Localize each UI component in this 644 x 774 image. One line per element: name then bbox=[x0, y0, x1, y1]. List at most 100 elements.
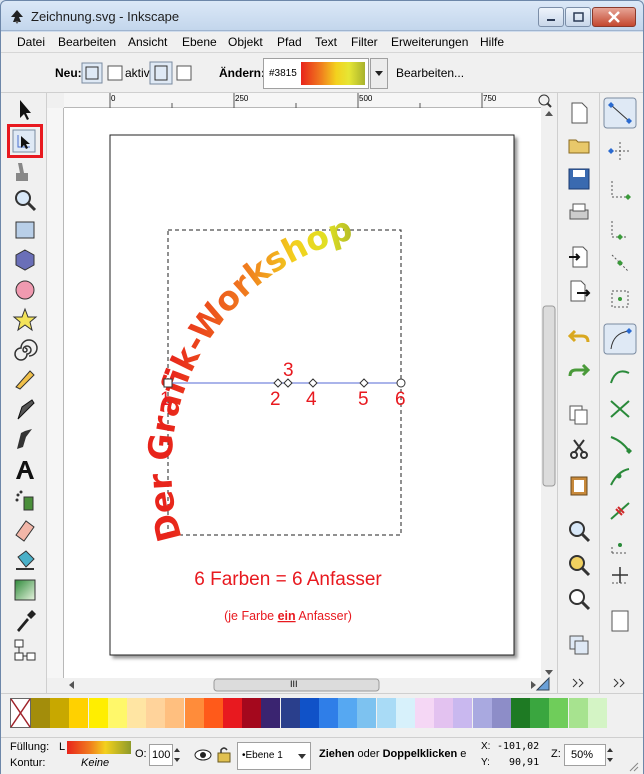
vertical-scrollbar[interactable] bbox=[541, 108, 557, 678]
maximize-button[interactable] bbox=[565, 7, 591, 27]
zoom-one-to-one-icon[interactable] bbox=[536, 93, 554, 108]
new-document-icon[interactable] bbox=[567, 101, 591, 125]
export-icon[interactable] bbox=[567, 279, 591, 303]
palette-menu-icon[interactable] bbox=[535, 676, 551, 692]
spray-tool-icon[interactable] bbox=[12, 487, 38, 513]
palette-swatch[interactable] bbox=[88, 698, 108, 728]
palette-swatch[interactable] bbox=[203, 698, 223, 728]
palette-swatch[interactable] bbox=[549, 698, 569, 728]
eye-visibility-icon[interactable] bbox=[193, 746, 213, 764]
snap-bbox-midpoint-icon[interactable] bbox=[608, 251, 632, 275]
zoom-spinner[interactable] bbox=[606, 744, 614, 766]
import-icon[interactable] bbox=[567, 245, 591, 269]
snap-rotation-center-icon[interactable] bbox=[608, 563, 632, 587]
lock-icon[interactable] bbox=[216, 745, 232, 763]
palette-swatch[interactable] bbox=[50, 698, 70, 728]
palette-swatch[interactable] bbox=[261, 698, 281, 728]
ellipse-tool-icon[interactable] bbox=[12, 277, 38, 303]
palette-swatch[interactable] bbox=[319, 698, 338, 728]
node-tool-icon[interactable] bbox=[11, 128, 37, 154]
palette-swatch[interactable] bbox=[223, 698, 242, 728]
dropper-tool-icon[interactable] bbox=[12, 607, 38, 633]
gradient-select[interactable]: #3815 bbox=[263, 58, 369, 89]
minimize-button[interactable] bbox=[538, 7, 564, 27]
palette-swatch[interactable] bbox=[395, 698, 415, 728]
gradient-handle-end[interactable] bbox=[396, 378, 406, 388]
palette-swatch[interactable] bbox=[376, 698, 396, 728]
drawing-canvas[interactable]: Der Grafik-Workshop 1 2 3 4 5 6 6 Farben… bbox=[64, 108, 541, 678]
apply-to-stroke-button[interactable] bbox=[175, 64, 193, 82]
pencil-tool-icon[interactable] bbox=[12, 367, 38, 393]
eraser-tool-icon[interactable] bbox=[12, 517, 38, 543]
palette-swatch[interactable] bbox=[568, 698, 588, 728]
palette-swatch[interactable] bbox=[31, 698, 50, 728]
menu-erweiterungen[interactable]: Erweiterungen bbox=[391, 35, 468, 49]
canvas-drawing[interactable]: Der Grafik-Workshop 1 2 3 4 5 6 6 Farben… bbox=[64, 108, 541, 678]
snap-object-midpoints-icon[interactable] bbox=[608, 533, 632, 557]
text-tool-icon[interactable] bbox=[12, 457, 38, 483]
no-paint-swatch[interactable] bbox=[10, 698, 31, 728]
menu-pfad[interactable]: Pfad bbox=[277, 35, 302, 49]
snap-page-border-icon[interactable] bbox=[608, 609, 632, 633]
save-icon[interactable] bbox=[567, 167, 591, 191]
palette-swatch[interactable] bbox=[491, 698, 511, 728]
menu-hilfe[interactable]: Hilfe bbox=[480, 35, 504, 49]
undo-icon[interactable] bbox=[567, 325, 591, 349]
horizontal-scrollbar[interactable]: III bbox=[64, 678, 541, 693]
redo-icon[interactable] bbox=[567, 359, 591, 383]
palette-swatch[interactable] bbox=[184, 698, 204, 728]
snap-cusp-nodes-icon[interactable] bbox=[608, 431, 632, 455]
enable-snapping-icon[interactable] bbox=[603, 97, 637, 129]
zoom-input[interactable]: 50% bbox=[564, 744, 606, 766]
pen-tool-icon[interactable] bbox=[12, 397, 38, 423]
spiral-tool-icon[interactable] bbox=[12, 337, 38, 363]
edit-gradient-button[interactable]: Bearbeiten... bbox=[396, 66, 464, 80]
opacity-spinner[interactable] bbox=[173, 744, 181, 766]
palette-swatch[interactable] bbox=[453, 698, 473, 728]
snap-bbox-icon[interactable] bbox=[608, 139, 632, 163]
palette-swatch[interactable] bbox=[299, 698, 319, 728]
tweak-tool-icon[interactable] bbox=[12, 159, 38, 185]
cut-icon[interactable] bbox=[567, 437, 591, 461]
palette-swatch[interactable] bbox=[415, 698, 434, 728]
resize-grip-icon[interactable] bbox=[627, 760, 639, 772]
palette-swatch[interactable] bbox=[357, 698, 377, 728]
new-radial-gradient-button[interactable] bbox=[106, 64, 124, 82]
snap-bbox-edge-icon[interactable] bbox=[608, 177, 632, 201]
palette-swatch[interactable] bbox=[511, 698, 530, 728]
snap-bbox-center-icon[interactable] bbox=[608, 287, 632, 311]
paste-icon[interactable] bbox=[567, 473, 591, 497]
menu-datei[interactable]: Datei bbox=[17, 35, 45, 49]
3d-box-tool-icon[interactable] bbox=[12, 247, 38, 273]
snap-paths-icon[interactable] bbox=[608, 363, 632, 387]
more-commands-icon[interactable] bbox=[567, 671, 591, 695]
menu-ebene[interactable]: Ebene bbox=[182, 35, 217, 49]
zoom-selection-icon[interactable] bbox=[567, 519, 591, 543]
gradient-handle-start[interactable] bbox=[163, 378, 173, 388]
snap-intersections-icon[interactable] bbox=[608, 397, 632, 421]
menu-bearbeiten[interactable]: Bearbeiten bbox=[58, 35, 116, 49]
gradient-dropdown-button[interactable] bbox=[370, 58, 388, 89]
palette-swatch[interactable] bbox=[434, 698, 454, 728]
calligraphy-tool-icon[interactable] bbox=[12, 427, 38, 453]
menu-text[interactable]: Text bbox=[315, 35, 337, 49]
palette-swatch[interactable] bbox=[165, 698, 185, 728]
menu-filter[interactable]: Filter bbox=[351, 35, 378, 49]
new-linear-gradient-button[interactable] bbox=[81, 62, 103, 84]
apply-to-fill-button[interactable] bbox=[149, 61, 173, 85]
more-snap-controls-icon[interactable] bbox=[608, 671, 632, 695]
palette-swatch[interactable] bbox=[587, 698, 607, 728]
palette-swatch[interactable] bbox=[530, 698, 550, 728]
palette-swatch[interactable] bbox=[69, 698, 89, 728]
star-tool-icon[interactable] bbox=[12, 307, 38, 333]
menu-objekt[interactable]: Objekt bbox=[228, 35, 263, 49]
copy-icon[interactable] bbox=[567, 403, 591, 427]
stroke-value[interactable]: Keine bbox=[81, 757, 109, 769]
palette-swatch[interactable] bbox=[127, 698, 146, 728]
duplicate-icon[interactable] bbox=[567, 633, 591, 657]
menu-ansicht[interactable]: Ansicht bbox=[128, 35, 167, 49]
palette-swatch[interactable] bbox=[338, 698, 358, 728]
layer-select[interactable]: •Ebene 1 bbox=[237, 742, 311, 770]
rectangle-tool-icon[interactable] bbox=[12, 217, 38, 243]
selector-tool-icon[interactable] bbox=[12, 97, 38, 123]
